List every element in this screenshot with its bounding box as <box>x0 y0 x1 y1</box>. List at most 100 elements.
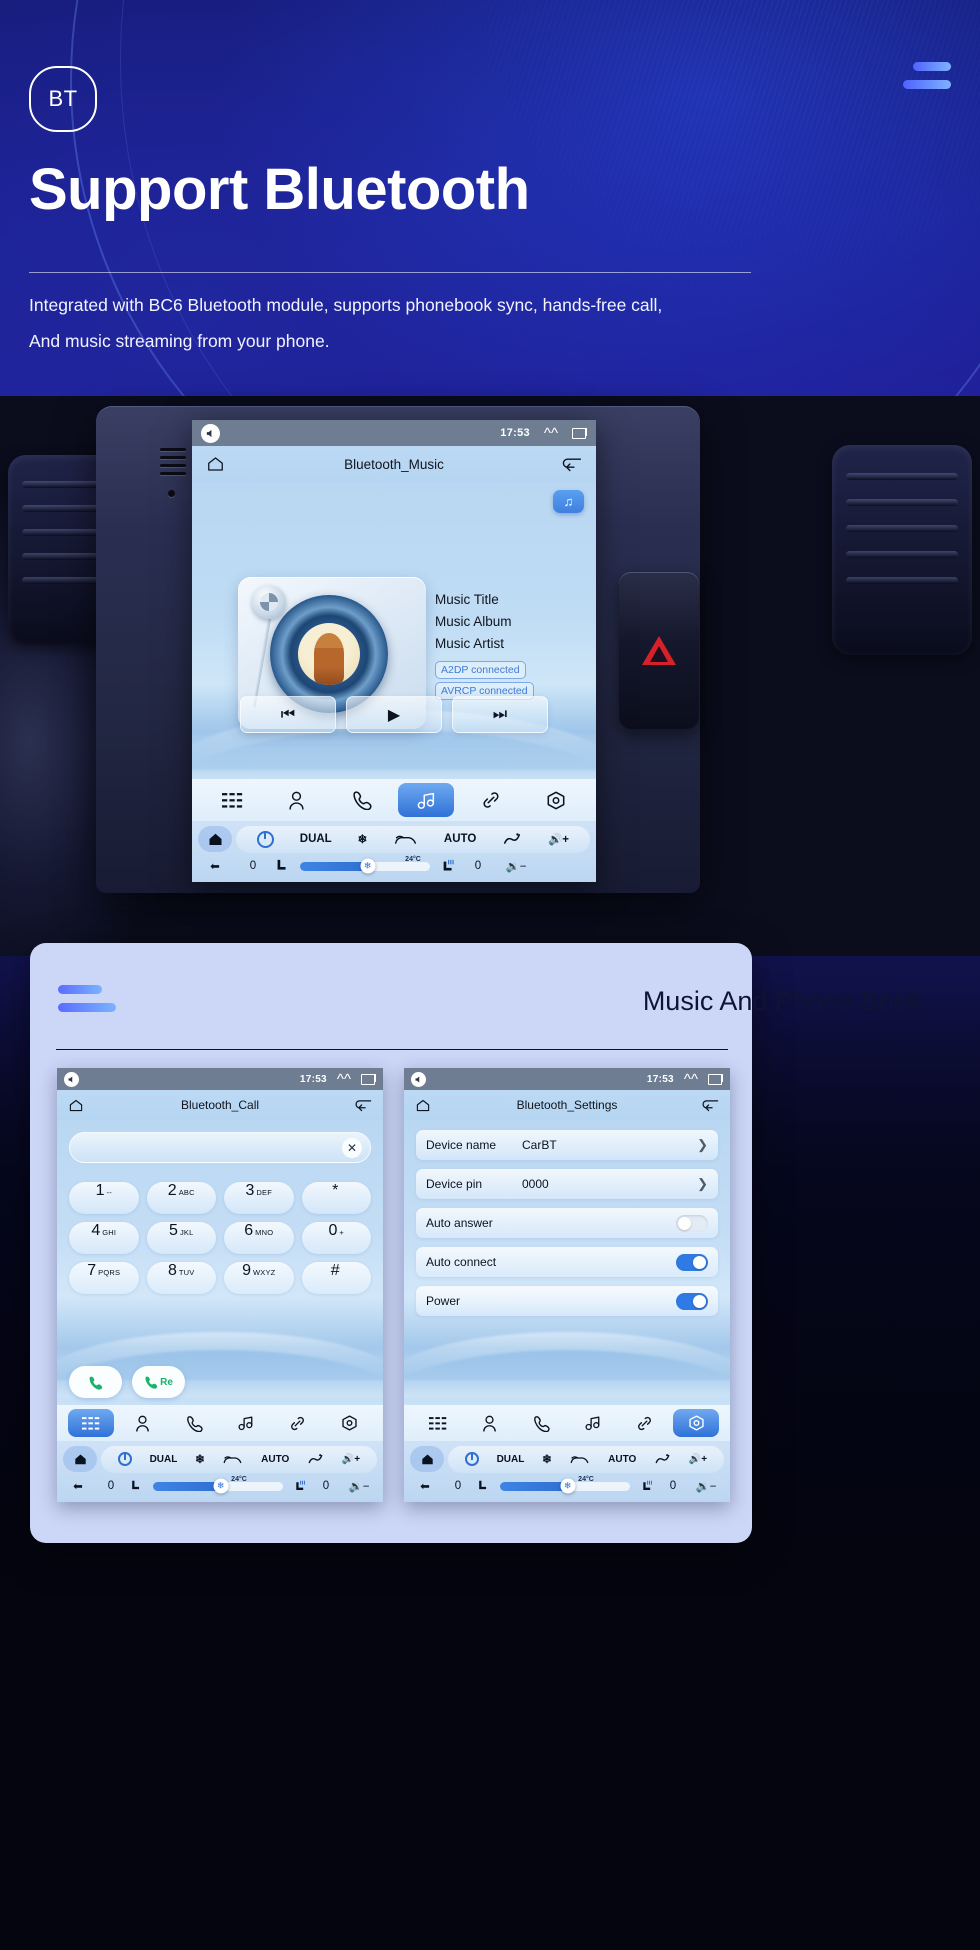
tab-contacts[interactable] <box>269 783 325 817</box>
hvac-back-icon[interactable]: ⬅ <box>198 859 232 873</box>
seat-heat-icon[interactable] <box>440 859 457 874</box>
seat-icon[interactable] <box>476 1480 490 1493</box>
seat-heat-icon[interactable] <box>640 1480 655 1493</box>
volume-down-icon[interactable]: 🔉− <box>691 1479 721 1493</box>
key-4[interactable]: 4 GHI <box>69 1222 139 1254</box>
tab-link[interactable] <box>463 783 519 817</box>
key-9[interactable]: 9 WXYZ <box>224 1262 294 1294</box>
volume-up-icon[interactable]: 🔊+ <box>342 1454 360 1465</box>
chevron-up-icon[interactable]: ^^ <box>337 1072 351 1087</box>
key-2[interactable]: 2 ABC <box>146 1182 216 1214</box>
tab-contacts[interactable] <box>119 1409 165 1437</box>
play-pause-button[interactable]: ▶ <box>346 696 442 733</box>
fan-speed-knob[interactable]: ❄ <box>560 1478 576 1494</box>
tab-music[interactable] <box>570 1409 616 1437</box>
setting-auto-answer[interactable]: Auto answer <box>416 1208 718 1238</box>
tab-call[interactable] <box>334 783 390 817</box>
redial-button[interactable]: Re <box>132 1366 185 1398</box>
next-track-button[interactable]: ⏭ <box>452 696 548 733</box>
tab-call[interactable] <box>518 1409 564 1437</box>
chevron-up-icon[interactable]: ^^ <box>544 426 558 441</box>
back-arrow-icon[interactable] <box>354 1098 372 1112</box>
power-icon[interactable] <box>256 830 274 848</box>
recirculate-icon[interactable] <box>393 833 418 846</box>
hvac-back-icon[interactable]: ⬅ <box>63 1479 93 1493</box>
home-icon[interactable] <box>415 1098 431 1113</box>
snowflake-icon[interactable]: ❄ <box>358 832 368 846</box>
call-button[interactable] <box>69 1366 122 1398</box>
volume-up-icon[interactable]: 🔊+ <box>689 1454 707 1465</box>
setting-auto-connect[interactable]: Auto connect <box>416 1247 718 1277</box>
setting-device-name[interactable]: Device name CarBT ❯ <box>416 1130 718 1160</box>
hvac-home-button[interactable] <box>410 1446 444 1472</box>
tab-settings[interactable] <box>528 783 584 817</box>
previous-track-button[interactable]: ⏮ <box>240 696 336 733</box>
hvac-dual-button[interactable]: DUAL <box>150 1454 178 1465</box>
power-icon[interactable] <box>464 1452 479 1466</box>
fan-speed-knob[interactable]: ❄ <box>213 1478 229 1494</box>
recent-apps-icon[interactable] <box>572 427 587 439</box>
tab-apps[interactable] <box>67 1409 114 1437</box>
hvac-home-button[interactable] <box>63 1446 97 1472</box>
seat-icon[interactable] <box>129 1480 143 1493</box>
chevron-right-icon[interactable]: ❯ <box>697 1137 708 1153</box>
hvac-auto-button[interactable]: AUTO <box>444 833 476 845</box>
bluetooth-call-screen[interactable]: 17:53 ^^ Bluetooth_Call ✕ 1 -- 2 ABC 3 D… <box>57 1068 383 1502</box>
hvac-back-icon[interactable]: ⬅ <box>410 1479 440 1493</box>
defrost-icon[interactable] <box>502 832 522 846</box>
tab-settings[interactable] <box>326 1409 372 1437</box>
recirculate-icon[interactable] <box>569 1454 590 1465</box>
tab-link[interactable] <box>621 1409 667 1437</box>
key-6[interactable]: 6 MNO <box>224 1222 294 1254</box>
back-arrow-icon[interactable] <box>561 456 582 472</box>
setting-device-pin[interactable]: Device pin 0000 ❯ <box>416 1169 718 1199</box>
home-icon[interactable] <box>206 455 225 473</box>
snowflake-icon[interactable]: ❄ <box>542 1452 552 1466</box>
fan-speed-knob[interactable]: ❄ <box>360 858 376 874</box>
key-1[interactable]: 1 -- <box>69 1182 139 1214</box>
fan-speed-slider[interactable]: ❄ <box>300 858 430 874</box>
volume-mute-icon[interactable] <box>64 1071 79 1087</box>
volume-mute-icon[interactable] <box>411 1071 426 1087</box>
volume-down-icon[interactable]: 🔉− <box>344 1479 374 1493</box>
power-icon[interactable] <box>117 1452 132 1466</box>
volume-down-icon[interactable]: 🔉− <box>499 859 533 873</box>
hvac-auto-button[interactable]: AUTO <box>608 1454 636 1465</box>
hazard-light-button[interactable] <box>619 572 699 729</box>
home-icon[interactable] <box>68 1098 84 1113</box>
tab-apps[interactable] <box>415 1409 461 1437</box>
defrost-icon[interactable] <box>307 1453 324 1465</box>
tab-apps[interactable] <box>204 783 260 817</box>
back-arrow-icon[interactable] <box>701 1098 719 1112</box>
recirculate-icon[interactable] <box>222 1454 243 1465</box>
key-star[interactable]: * <box>301 1182 371 1214</box>
tab-link[interactable] <box>274 1409 320 1437</box>
volume-up-icon[interactable]: 🔊+ <box>548 832 569 846</box>
tab-music[interactable] <box>223 1409 269 1437</box>
chevron-up-icon[interactable]: ^^ <box>684 1072 698 1087</box>
fan-speed-slider[interactable]: ❄ <box>153 1478 283 1494</box>
seat-icon[interactable] <box>274 859 290 874</box>
snowflake-icon[interactable]: ❄ <box>195 1452 205 1466</box>
phone-number-input[interactable]: ✕ <box>69 1132 371 1163</box>
key-0[interactable]: 0 + <box>301 1222 371 1254</box>
tab-music[interactable] <box>398 783 455 817</box>
volume-mute-icon[interactable] <box>201 423 220 443</box>
key-8[interactable]: 8 TUV <box>146 1262 216 1294</box>
hvac-auto-button[interactable]: AUTO <box>261 1454 289 1465</box>
hvac-dual-button[interactable]: DUAL <box>497 1454 525 1465</box>
bluetooth-settings-screen[interactable]: 17:53 ^^ Bluetooth_Settings Device name … <box>404 1068 730 1502</box>
head-unit-main-screen[interactable]: 17:53 ^^ Bluetooth_Music ♫ Music Title M… <box>192 420 596 882</box>
setting-power[interactable]: Power <box>416 1286 718 1316</box>
seat-heat-icon[interactable] <box>293 1480 308 1493</box>
chevron-right-icon[interactable]: ❯ <box>697 1176 708 1192</box>
tab-settings[interactable] <box>673 1409 720 1437</box>
recent-apps-icon[interactable] <box>708 1073 723 1085</box>
key-5[interactable]: 5 JKL <box>146 1222 216 1254</box>
fan-speed-slider[interactable]: ❄ <box>500 1478 630 1494</box>
music-note-icon[interactable]: ♫ <box>553 490 584 513</box>
recent-apps-icon[interactable] <box>361 1073 376 1085</box>
auto-answer-toggle[interactable] <box>676 1214 708 1232</box>
hvac-dual-button[interactable]: DUAL <box>300 833 332 845</box>
key-3[interactable]: 3 DEF <box>224 1182 294 1214</box>
